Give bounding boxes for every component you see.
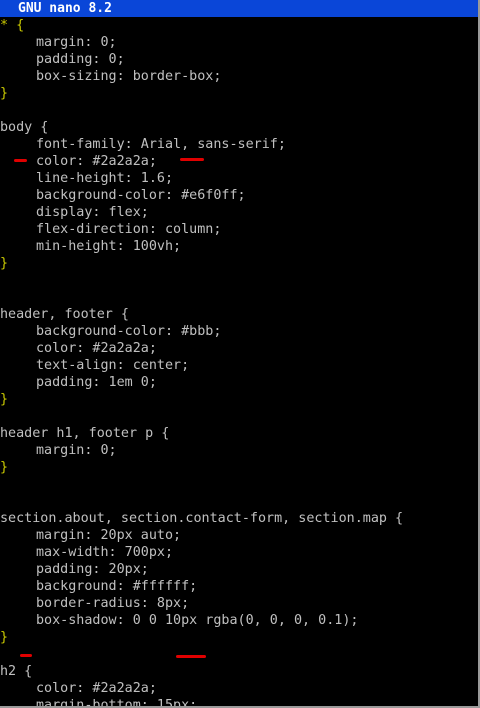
code-line[interactable]: display: flex;: [0, 204, 478, 221]
code-line[interactable]: }: [0, 255, 478, 272]
code-line[interactable]: color: #2a2a2a;: [0, 340, 478, 357]
code-line[interactable]: header h1, footer p {: [0, 425, 478, 442]
code-line[interactable]: header, footer {: [0, 306, 478, 323]
code-line[interactable]: [0, 102, 478, 119]
code-line[interactable]: margin: 0;: [0, 34, 478, 51]
red-annotation-mark: [14, 159, 27, 162]
code-line[interactable]: padding: 0;: [0, 51, 478, 68]
code-line[interactable]: box-shadow: 0 0 10px rgba(0, 0, 0, 0.1);: [0, 612, 478, 629]
code-line[interactable]: [0, 408, 478, 425]
code-line[interactable]: * {: [0, 17, 478, 34]
code-line[interactable]: padding: 20px;: [0, 561, 478, 578]
code-line[interactable]: box-sizing: border-box;: [0, 68, 478, 85]
red-annotation-mark: [180, 158, 204, 161]
code-line[interactable]: body {: [0, 119, 478, 136]
code-line[interactable]: [0, 476, 478, 493]
code-line[interactable]: color: #2a2a2a;: [0, 680, 478, 697]
code-line[interactable]: }: [0, 629, 478, 646]
editor-buffer[interactable]: * { margin: 0; padding: 0; box-sizing: b…: [0, 17, 478, 706]
code-line[interactable]: [0, 272, 478, 289]
code-line[interactable]: line-height: 1.6;: [0, 170, 478, 187]
code-line[interactable]: border-radius: 8px;: [0, 595, 478, 612]
code-line[interactable]: margin-bottom: 15px;: [0, 697, 478, 706]
code-line[interactable]: background: #ffffff;: [0, 578, 478, 595]
code-line[interactable]: [0, 493, 478, 510]
code-line[interactable]: text-align: center;: [0, 357, 478, 374]
code-line[interactable]: flex-direction: column;: [0, 221, 478, 238]
code-line[interactable]: min-height: 100vh;: [0, 238, 478, 255]
red-annotation-mark: [20, 654, 32, 657]
code-line[interactable]: margin: 0;: [0, 442, 478, 459]
code-line[interactable]: }: [0, 391, 478, 408]
terminal-window: GNU nano 8.2 * { margin: 0; padding: 0; …: [0, 0, 480, 708]
code-line[interactable]: font-family: Arial, sans-serif;: [0, 136, 478, 153]
code-line[interactable]: background-color: #e6f0ff;: [0, 187, 478, 204]
code-line[interactable]: [0, 646, 478, 663]
code-line[interactable]: h2 {: [0, 663, 478, 680]
code-line[interactable]: }: [0, 85, 478, 102]
code-line[interactable]: max-width: 700px;: [0, 544, 478, 561]
code-line[interactable]: [0, 289, 478, 306]
code-line[interactable]: margin: 20px auto;: [0, 527, 478, 544]
code-line[interactable]: }: [0, 459, 478, 476]
code-line[interactable]: padding: 1em 0;: [0, 374, 478, 391]
nano-title-bar: GNU nano 8.2: [0, 0, 478, 17]
code-line[interactable]: background-color: #bbb;: [0, 323, 478, 340]
code-line[interactable]: section.about, section.contact-form, sec…: [0, 510, 478, 527]
editor-title: GNU nano 8.2: [18, 1, 112, 16]
code-line[interactable]: color: #2a2a2a;: [0, 153, 478, 170]
red-annotation-mark: [176, 655, 206, 658]
